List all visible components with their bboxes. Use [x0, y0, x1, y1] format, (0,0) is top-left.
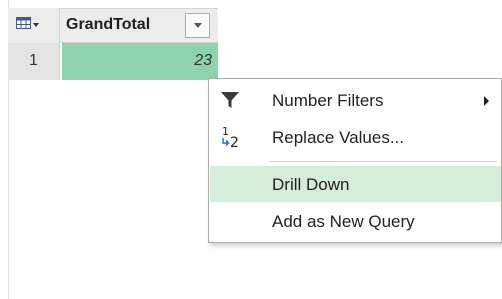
column-header-label[interactable]: GrandTotal	[66, 16, 150, 34]
filter-funnel-icon	[221, 92, 239, 108]
column-filter-button[interactable]	[185, 13, 210, 38]
menu-item-add-as-new-query[interactable]: Add as New Query	[210, 203, 501, 239]
menu-item-drill-down[interactable]: Drill Down	[210, 166, 501, 202]
context-menu: Number Filters 1 2 Replace Values... Dri…	[208, 78, 502, 243]
menu-item-label: Replace Values...	[272, 128, 404, 147]
menu-item-label: Add as New Query	[272, 212, 415, 231]
menu-item-label: Drill Down	[272, 175, 350, 194]
menu-item-label: Number Filters	[272, 91, 384, 110]
table-menu-caret-icon[interactable]	[33, 23, 39, 27]
svg-text:1: 1	[222, 125, 229, 138]
menu-item-replace-values[interactable]: 1 2 Replace Values...	[210, 119, 501, 155]
dropdown-arrow-icon	[194, 23, 202, 28]
replace-values-icon: 1 2	[222, 125, 239, 149]
submenu-arrow-icon	[484, 96, 489, 106]
menu-separator	[269, 161, 497, 162]
menu-item-number-filters[interactable]: Number Filters	[210, 82, 501, 118]
table-icon[interactable]	[16, 17, 31, 29]
value-cell-text: 23	[194, 52, 212, 69]
row-number: 1	[29, 52, 38, 69]
svg-text:2: 2	[230, 135, 239, 149]
